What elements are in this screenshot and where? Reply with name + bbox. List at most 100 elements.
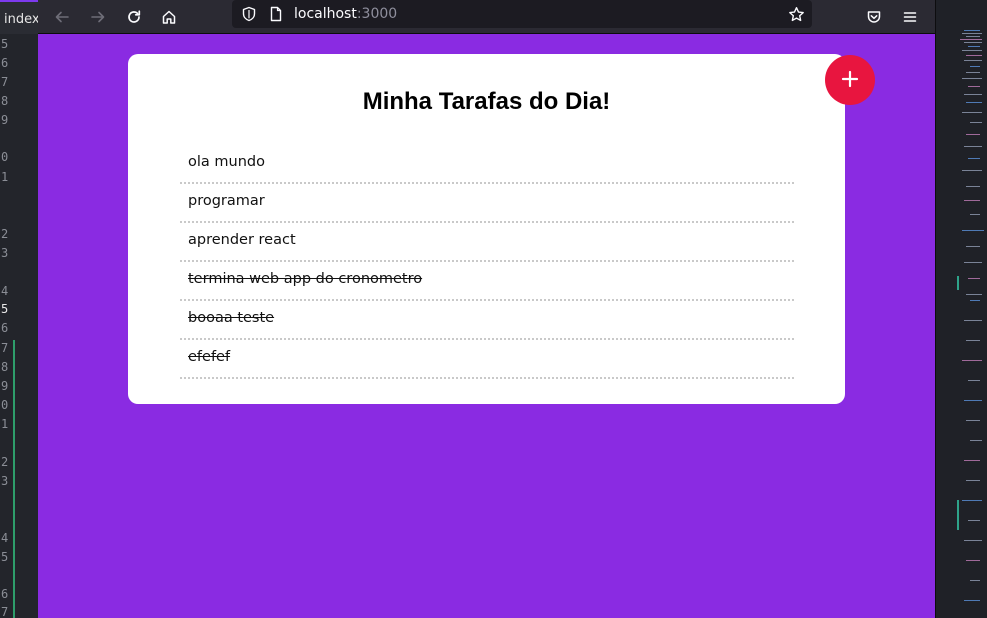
line-number: 9 <box>1 113 9 127</box>
minimap-line <box>968 380 980 381</box>
minimap-line <box>964 146 982 147</box>
minimap-line <box>964 540 982 541</box>
home-button[interactable] <box>156 4 182 30</box>
line-number: 1 <box>1 170 9 184</box>
minimap-line <box>966 560 980 561</box>
minimap-line <box>968 158 980 159</box>
minimap-line <box>962 500 982 501</box>
add-task-button[interactable] <box>825 55 875 105</box>
screen: index. 56789012345678901234567 localhost… <box>0 0 987 618</box>
shield-icon[interactable] <box>240 5 258 23</box>
minimap-change-marker <box>957 276 959 290</box>
minimap-line <box>970 214 980 215</box>
minimap-line <box>966 55 982 56</box>
minimap-line <box>964 262 982 263</box>
task-item[interactable]: programar <box>180 184 794 223</box>
forward-arrow-icon <box>90 9 106 25</box>
minimap-line <box>970 122 982 123</box>
task-text: efefef <box>188 349 231 365</box>
minimap-line <box>968 86 980 87</box>
minimap-line <box>966 340 980 341</box>
minimap-line <box>964 320 982 321</box>
minimap-line <box>964 94 982 95</box>
line-number: 5 <box>1 302 9 316</box>
line-number: 7 <box>1 75 9 89</box>
minimap-line <box>960 39 982 40</box>
url-bar[interactable]: localhost:3000 <box>232 0 812 28</box>
task-text: aprender react <box>188 232 296 248</box>
app-menu-button[interactable] <box>897 4 923 30</box>
editor-left-pane: index. 56789012345678901234567 <box>0 0 44 618</box>
forward-button[interactable] <box>85 4 111 30</box>
reload-icon <box>126 9 142 25</box>
back-button[interactable] <box>49 4 75 30</box>
minimap-line <box>968 278 980 279</box>
minimap-line <box>966 294 982 295</box>
line-number: 0 <box>1 150 9 164</box>
line-number: 6 <box>1 56 9 70</box>
menu-icon <box>902 9 918 25</box>
minimap-line <box>964 460 980 461</box>
task-text: ola mundo <box>188 154 265 170</box>
minimap-line <box>966 420 980 421</box>
minimap-line <box>968 46 980 47</box>
minimap-line <box>970 66 980 67</box>
minimap-line <box>964 600 980 601</box>
minimap-line <box>964 60 982 61</box>
task-item[interactable]: ola mundo <box>180 145 794 184</box>
task-list: ola mundo programar aprender react termina … <box>180 145 794 379</box>
task-item[interactable]: termina web app do cronometro <box>180 262 794 301</box>
line-number: 6 <box>1 321 9 335</box>
url-text[interactable]: localhost:3000 <box>294 6 397 22</box>
line-number: 2 <box>1 227 9 241</box>
minimap-line <box>964 42 982 43</box>
pocket-button[interactable] <box>861 4 887 30</box>
url-port: :3000 <box>356 6 398 22</box>
task-text: termina web app do cronometro <box>188 271 423 287</box>
minimap-line <box>966 480 980 481</box>
browser-toolbar: localhost:3000 <box>38 0 935 34</box>
task-item[interactable]: aprender react <box>180 223 794 262</box>
task-item[interactable]: efefef <box>180 340 794 379</box>
minimap-line <box>964 200 980 201</box>
page-viewport: Minha Tarafas do Dia! ola mundo programar… <box>38 34 935 618</box>
minimap-line <box>966 72 980 73</box>
task-text: booaa teste <box>188 310 275 326</box>
page-title: Minha Tarafas do Dia! <box>362 88 611 115</box>
minimap-line <box>966 36 980 37</box>
line-number: 8 <box>1 94 9 108</box>
git-change-bar <box>13 340 15 618</box>
minimap-line <box>962 33 982 34</box>
back-arrow-icon <box>54 9 70 25</box>
reload-button[interactable] <box>121 4 147 30</box>
pocket-icon <box>866 9 882 25</box>
minimap-line <box>962 230 984 231</box>
url-host: localhost <box>294 6 357 22</box>
minimap-line <box>964 30 980 31</box>
minimap-line <box>962 50 982 51</box>
minimap-line <box>962 360 982 361</box>
minimap-line <box>962 112 982 113</box>
minimap-line <box>970 440 982 441</box>
minimap-line <box>964 400 982 401</box>
task-item[interactable]: booaa teste <box>180 301 794 340</box>
minimap-line <box>966 134 980 135</box>
minimap-line <box>962 170 982 171</box>
minimap-line <box>970 580 980 581</box>
home-icon <box>161 9 177 25</box>
task-card: Minha Tarafas do Dia! ola mundo programar… <box>128 54 845 404</box>
minimap-line <box>966 186 980 187</box>
page-icon[interactable] <box>267 5 285 23</box>
line-number: 3 <box>1 246 9 260</box>
line-number: 4 <box>1 284 9 298</box>
minimap-line <box>966 246 980 247</box>
minimap-line <box>962 78 982 79</box>
editor-minimap[interactable] <box>935 0 987 618</box>
minimap-line <box>966 102 982 103</box>
minimap-line <box>968 520 980 521</box>
minimap-line <box>970 300 980 301</box>
editor-tab[interactable]: index. <box>0 0 44 34</box>
bookmark-star-icon[interactable] <box>787 5 805 23</box>
minimap-change-marker <box>957 500 959 530</box>
plus-icon <box>841 70 859 91</box>
